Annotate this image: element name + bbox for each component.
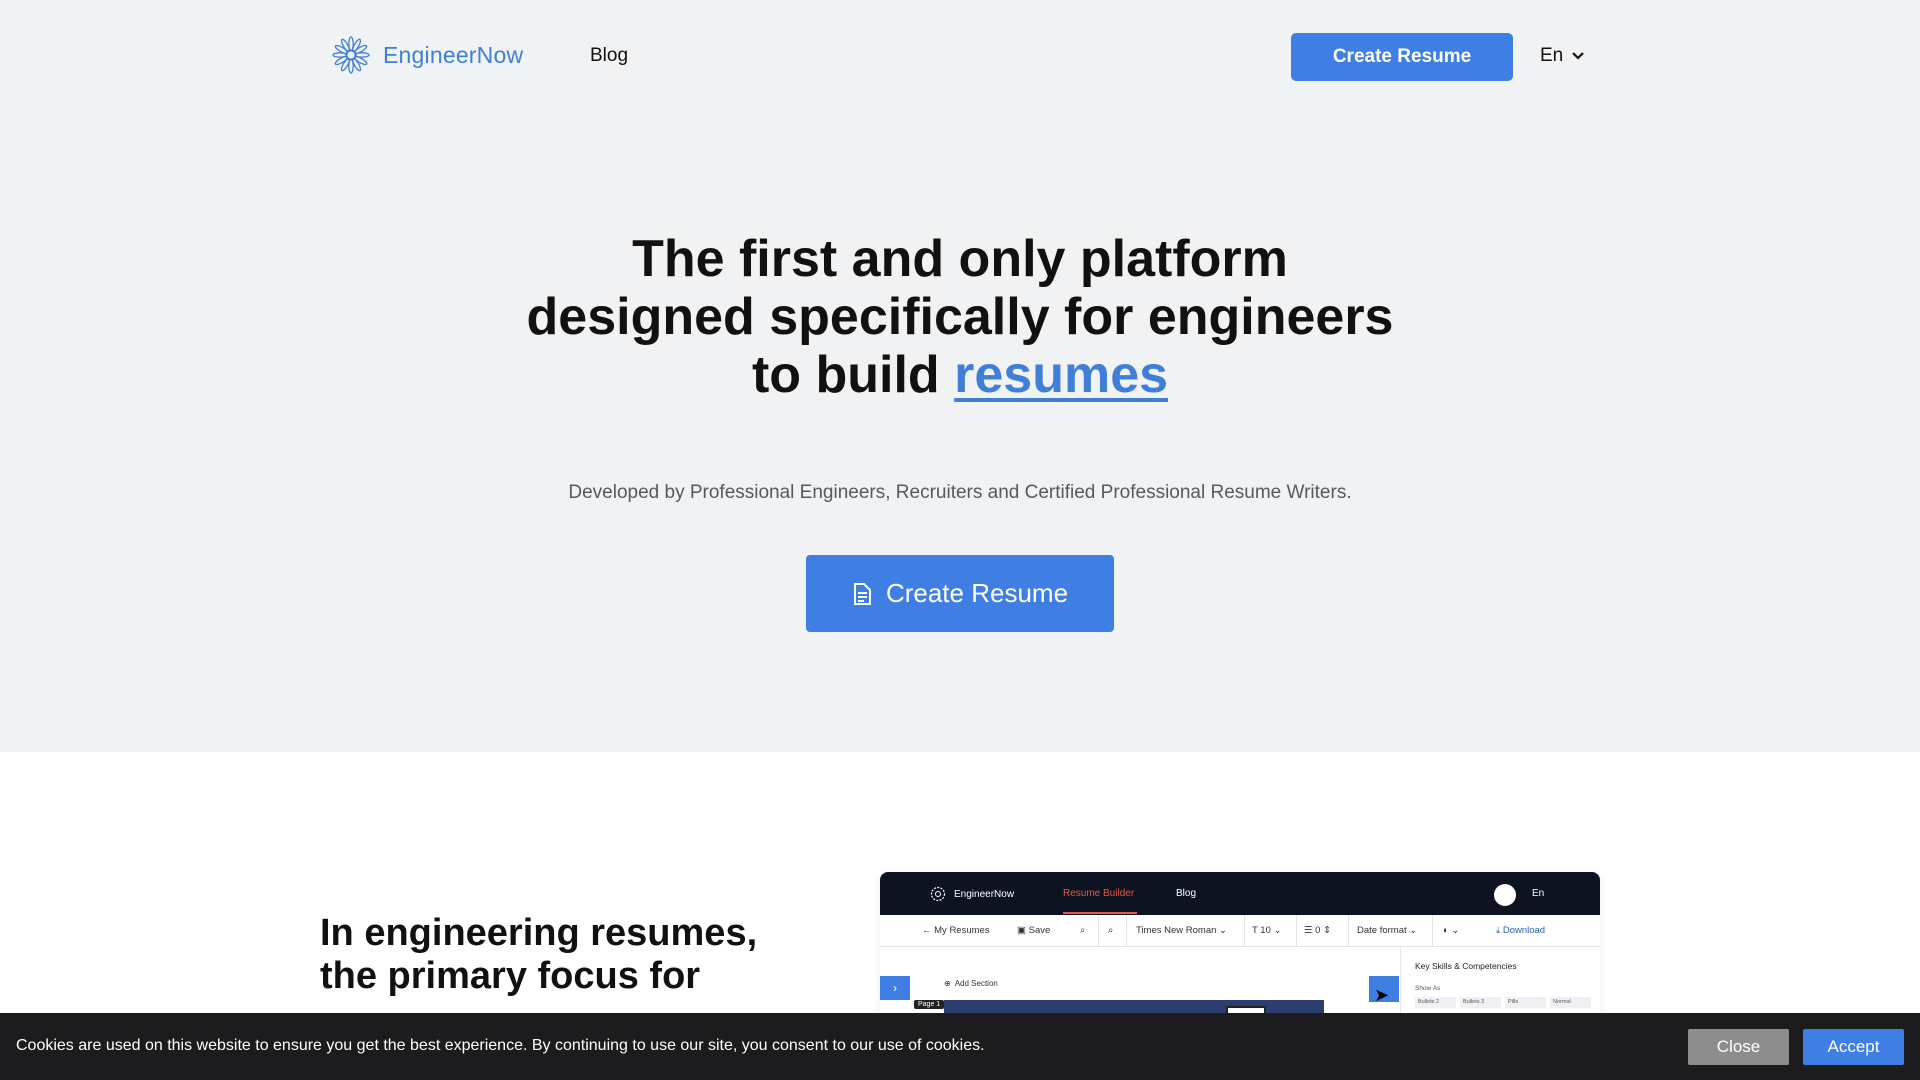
- section-title-line-2: the primary focus for: [320, 955, 701, 997]
- cookie-text: Cookies are used on this website to ensu…: [16, 1037, 985, 1054]
- preview-date-format: Date format ⌄: [1357, 925, 1418, 936]
- preview-toolbar-divider: [1098, 915, 1099, 947]
- preview-toolbar-divider: [1126, 915, 1127, 947]
- section-title-line-1: In engineering resumes,: [320, 912, 758, 954]
- headline-accent: resumes: [954, 346, 1169, 404]
- preview-show-as-options: Bullets 2 Bullets 3 Pills Normal: [1415, 997, 1591, 1008]
- hero-subtitle: Developed by Professional Engineers, Rec…: [568, 482, 1352, 503]
- preview-option: Pills: [1505, 997, 1546, 1008]
- hero-create-resume-button[interactable]: Create Resume: [806, 555, 1114, 632]
- cookie-accept-button[interactable]: Accept: [1803, 1029, 1904, 1065]
- preview-spacing: ☰ 0 ⇕: [1304, 925, 1332, 936]
- headline-line-1: The first and only platform: [632, 230, 1288, 288]
- preview-active-tab-indicator: [1063, 912, 1137, 914]
- chevron-down-icon: [1572, 52, 1585, 60]
- site-logo[interactable]: EngineerNow: [331, 35, 523, 75]
- hero-section: EngineerNow Blog Create Resume En The fi…: [0, 0, 1920, 752]
- preview-option: Bullets 3: [1460, 997, 1501, 1008]
- preview-avatar: [1494, 884, 1516, 906]
- headline-line-2: designed specifically for engineers: [526, 288, 1394, 346]
- preview-option: Bullets 2: [1415, 997, 1456, 1008]
- preview-toolbar: ← My Resumes ▣ Save ⌕ ⌕ Times New Roman …: [880, 915, 1600, 947]
- preview-language: En: [1532, 888, 1545, 899]
- hero-create-resume-label: Create Resume: [885, 578, 1069, 608]
- cursor-arrow-icon: ➤: [1374, 985, 1390, 1005]
- preview-font-select: Times New Roman ⌄: [1136, 925, 1228, 936]
- preview-expand-sidebar-icon: ›: [880, 976, 910, 1000]
- flower-logo-icon: [332, 36, 370, 74]
- cookie-close-button[interactable]: Close: [1688, 1029, 1789, 1065]
- section-title: In engineering resumes, the primary focu…: [320, 912, 840, 998]
- preview-show-as-label: Show As: [1415, 985, 1441, 992]
- hero-headline: The first and only platform designed spe…: [420, 230, 1500, 404]
- nav-blog-link[interactable]: Blog: [590, 45, 628, 67]
- preview-page-label: Page 1: [914, 1000, 945, 1009]
- preview-add-section: ⊕ Add Section: [944, 979, 998, 988]
- headline-line-3-prefix: to build: [751, 346, 955, 404]
- zoom-out-icon: ⌕: [1080, 925, 1086, 936]
- logo-text: EngineerNow: [383, 41, 524, 68]
- header-create-resume-button[interactable]: Create Resume: [1291, 33, 1513, 81]
- preview-logo: EngineerNow: [930, 886, 1014, 902]
- preview-toolbar-divider: [1244, 915, 1245, 947]
- palette-icon: ◐ ⌄: [1443, 925, 1460, 936]
- preview-option: Normal: [1550, 997, 1591, 1008]
- preview-panel-title: Key Skills & Competencies: [1415, 961, 1517, 971]
- preview-tab-resume-builder: Resume Builder: [1063, 888, 1135, 899]
- cookie-banner: Cookies are used on this website to ensu…: [0, 1013, 1920, 1080]
- preview-toolbar-divider: [1296, 915, 1297, 947]
- preview-logo-text: EngineerNow: [954, 888, 1015, 900]
- zoom-in-icon: ⌕: [1108, 925, 1114, 936]
- preview-tab-blog: Blog: [1176, 888, 1197, 899]
- preview-toolbar-divider: [1432, 915, 1433, 947]
- preview-save: ▣ Save: [1017, 925, 1051, 936]
- language-label: En: [1540, 45, 1564, 66]
- preview-topbar: EngineerNow Resume Builder Blog En: [880, 872, 1600, 915]
- preview-my-resumes: ← My Resumes: [922, 925, 990, 936]
- preview-toolbar-divider: [1348, 915, 1349, 947]
- preview-font-size: T 10 ⌄: [1252, 925, 1282, 936]
- language-selector[interactable]: En: [1540, 45, 1585, 67]
- document-icon: [853, 582, 871, 605]
- flower-logo-icon: [930, 886, 946, 902]
- preview-download: ⤓ Download: [1496, 925, 1546, 936]
